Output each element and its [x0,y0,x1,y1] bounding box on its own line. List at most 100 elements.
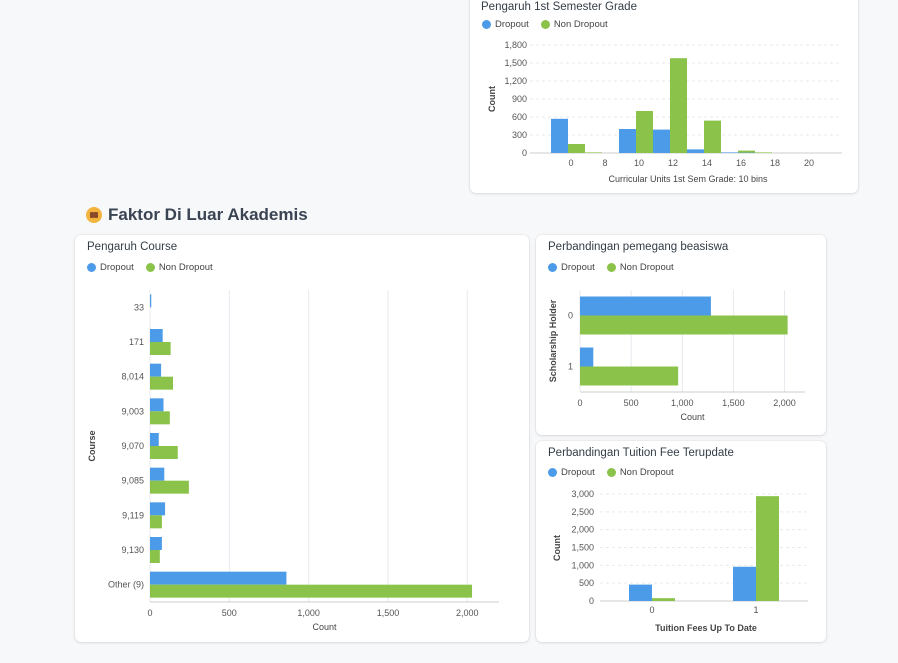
histogram-bar-dropout [551,118,568,153]
bar-non-dropout [150,446,178,459]
scholarship-chart[interactable]: 0 500 1,000 1,500 2,000 0 1 Count Scholarship Ho… [536,235,826,435]
y-tick-label: 2,000 [571,525,594,535]
family-icon [86,207,102,223]
y-axis-title: Scholarship Holder [548,299,558,382]
x-tick-label: 18 [770,158,780,168]
bar-dropout [150,537,162,550]
x-tick-label: 1,500 [377,608,400,618]
y-tick-label: 33 [134,302,144,312]
bar-dropout [150,467,165,481]
y-tick-label: 0 [522,148,527,158]
y-tick-label: 2,500 [571,507,594,517]
y-tick-label: 1,500 [504,58,527,68]
y-tick-label: 0 [589,596,594,606]
y-tick-label: 9,003 [121,406,144,416]
x-tick-label: 0 [568,158,573,168]
bar-dropout [150,294,152,308]
x-tick-label: 1,000 [297,608,320,618]
histogram-bar-non-dropout [636,111,653,153]
section-title: Faktor Di Luar Akademis [108,205,308,224]
y-tick-label: 1,200 [504,76,527,86]
x-tick-label: 500 [222,608,237,618]
x-tick-label: 8 [602,158,607,168]
histogram-bar-dropout [653,129,670,153]
bar-dropout [150,571,287,585]
semester-grade-chart[interactable]: 0 300 600 900 1,200 1,500 1,800 0 8 10 12 14 16 18 20 C… [470,0,858,193]
histogram-bar-non-dropout [704,120,721,153]
x-tick-label: 1,500 [722,398,745,408]
y-tick-label: 300 [512,130,527,140]
bar-dropout [580,347,594,367]
bar-non-dropout [150,342,171,355]
tuition-card: Perbandingan Tuition Fee Terupdate Dropo… [536,441,826,642]
x-tick-label: 16 [736,158,746,168]
course-card: Pengaruh Course Dropout Non Dropout 0 500… [75,235,529,642]
y-tick-label: 8,014 [121,372,144,382]
section-header: Faktor Di Luar Akademis [86,205,308,225]
bar-non-dropout [150,411,170,425]
y-tick-label: 9,070 [121,441,144,451]
bar-dropout [150,363,162,377]
y-tick-label: 9,130 [121,545,144,555]
bar-non-dropout [756,496,779,601]
bar-non-dropout [150,584,473,598]
bar-non-dropout [580,366,679,386]
x-axis-title: Curricular Units 1st Sem Grade: 10 bins [608,174,768,184]
y-tick-label: Other (9) [108,580,144,590]
y-tick-label: 1,000 [571,560,594,570]
bar-dropout [580,296,711,316]
x-axis-title: Tuition Fees Up To Date [655,623,757,633]
x-axis-title: Count [312,622,337,632]
y-tick-label: 0 [568,311,573,321]
x-tick-label: 1 [753,605,758,615]
bar-dropout [150,329,163,342]
histogram-bar-non-dropout [568,144,585,153]
y-tick-label: 3,000 [571,489,594,499]
x-tick-label: 2,000 [456,608,479,618]
bar-non-dropout [150,480,189,494]
x-tick-label: 2,000 [773,398,796,408]
y-tick-label: 9,119 [122,510,144,520]
bar-non-dropout [652,598,675,601]
histogram-bar-dropout [721,152,738,153]
y-axis-title: Count [487,86,497,112]
bar-non-dropout [150,376,174,390]
bar-non-dropout [580,315,788,335]
bar-dropout [150,433,159,446]
x-tick-label: 0 [147,608,152,618]
tuition-chart[interactable]: 0 500 1,000 1,500 2,000 2,500 3,000 0 1 Tuition F… [536,441,826,642]
y-tick-label: 1,500 [571,543,594,553]
histogram-bar-non-dropout [670,58,687,153]
bar-dropout [150,398,164,412]
x-tick-label: 14 [702,158,712,168]
bar-non-dropout [150,550,160,563]
x-tick-label: 500 [624,398,639,408]
y-tick-label: 900 [512,94,527,104]
bar-dropout [733,566,756,601]
x-tick-label: 0 [649,605,654,615]
y-tick-label: 9,085 [121,476,144,486]
histogram-bar-dropout [687,149,704,153]
histogram-bar-non-dropout [585,152,602,153]
y-tick-label: 500 [579,578,594,588]
x-tick-label: 10 [634,158,644,168]
x-tick-label: 12 [668,158,678,168]
bar-dropout [629,584,652,601]
y-axis-title: Count [552,535,562,561]
histogram-bar-dropout [619,129,636,153]
x-tick-label: 1,000 [671,398,694,408]
x-tick-label: 20 [804,158,814,168]
bar-non-dropout [150,515,162,529]
x-tick-label: 0 [577,398,582,408]
x-axis-title: Count [680,412,705,422]
y-tick-label: 1,800 [504,40,527,50]
y-axis-title: Course [87,430,97,461]
y-tick-label: 171 [129,337,144,347]
bar-dropout [150,502,166,516]
scholarship-card: Perbandingan pemegang beasiswa Dropout N… [536,235,826,435]
histogram-bar-non-dropout [738,150,755,153]
semester-grade-card: Pengaruh 1st Semester Grade Dropout Non … [470,0,858,193]
y-tick-label: 1 [568,362,573,372]
course-chart[interactable]: 0 500 1,000 1,500 2,000 33 171 8,014 9,003 9,070 9… [75,235,529,642]
histogram-bar-non-dropout [755,152,772,153]
